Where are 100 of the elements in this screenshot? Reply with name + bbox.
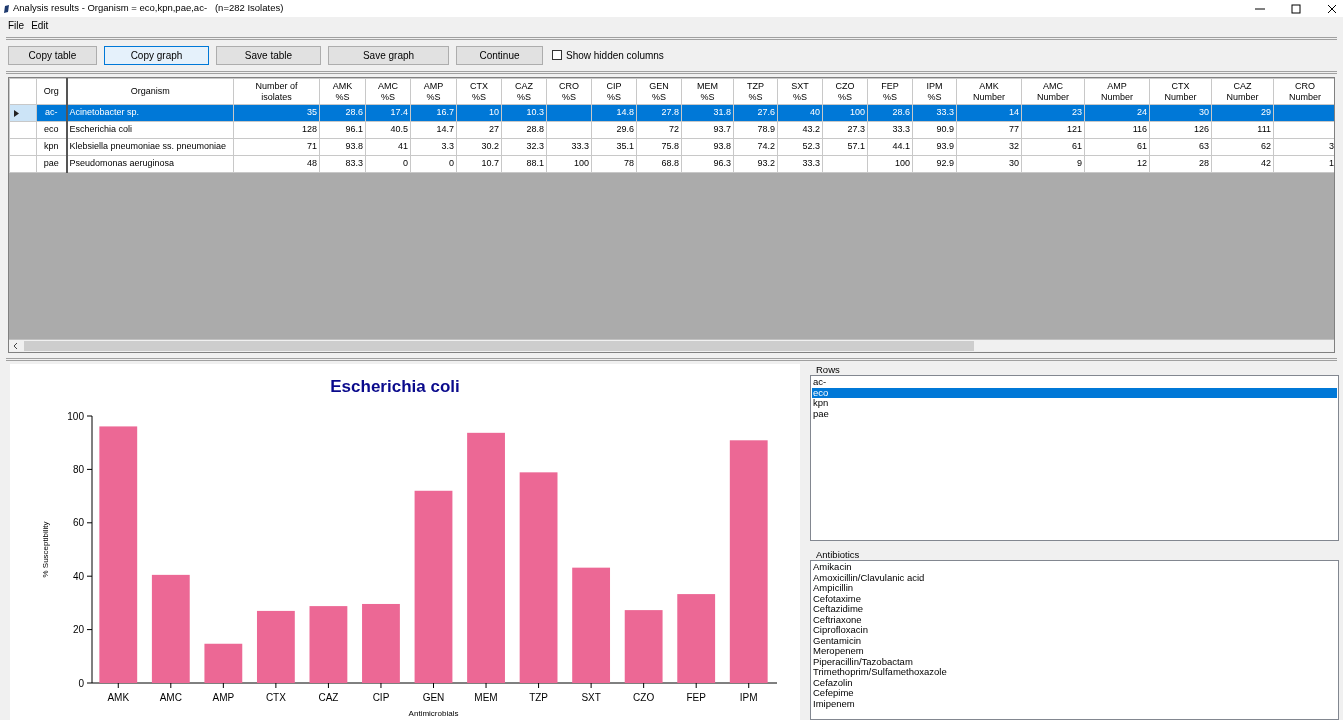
table-cell: 83.3	[319, 155, 366, 173]
table-cell: 35	[233, 104, 320, 122]
table-cell: 32	[956, 138, 1022, 156]
list-item[interactable]: Imipenem	[813, 698, 1336, 709]
x-tick-label: AMC	[159, 692, 182, 703]
table-cell: 61	[1084, 138, 1150, 156]
x-tick-label: AMK	[107, 692, 130, 703]
list-item[interactable]: Meropenem	[813, 646, 1336, 657]
horizontal-scrollbar[interactable]	[9, 339, 1334, 352]
table-cell: 96.1	[319, 121, 366, 139]
list-item[interactable]: Gentamicin	[813, 635, 1336, 646]
x-tick-label: MEM	[474, 692, 498, 703]
column-header[interactable]: Number of isolates	[233, 78, 320, 105]
menu-item[interactable]: File	[5, 18, 28, 33]
scrollbar-thumb[interactable]	[24, 341, 974, 351]
table-cell: Acinetobacter sp.	[66, 104, 234, 122]
table-cell: 35.1	[591, 138, 637, 156]
list-item[interactable]: ac-	[812, 377, 1337, 388]
table-cell: 68.8	[636, 155, 682, 173]
maximize-icon[interactable]	[1291, 3, 1301, 14]
column-header[interactable]: CTX Number	[1149, 78, 1212, 105]
table-cell: 121	[1021, 121, 1085, 139]
column-header[interactable]: GEN %S	[636, 78, 682, 105]
column-header[interactable]: SXT %S	[777, 78, 823, 105]
table-cell: 40.5	[365, 121, 411, 139]
column-header[interactable]: CIP %S	[591, 78, 637, 105]
list-item[interactable]: Ceftriaxone	[813, 614, 1336, 625]
table-cell: 16.7	[410, 104, 457, 122]
table-cell: 33.3	[546, 138, 592, 156]
table-cell: 27	[456, 121, 502, 139]
table-cell: 128	[233, 121, 320, 139]
table-cell: 77	[956, 121, 1022, 139]
table-cell: 30	[1149, 104, 1212, 122]
column-header[interactable]: CAZ %S	[501, 78, 547, 105]
table-cell: 100	[822, 104, 868, 122]
table-cell: 41	[365, 138, 411, 156]
rows-listbox[interactable]: ac- eco kpn pae	[810, 375, 1339, 541]
list-item[interactable]: Ampicillin	[813, 583, 1336, 594]
toolbar-button[interactable]: Save graph	[328, 45, 449, 65]
column-header[interactable]: MEM %S	[681, 78, 734, 105]
column-header[interactable]: IPM %S	[912, 78, 957, 105]
column-header[interactable]: CTX %S	[456, 78, 502, 105]
column-header[interactable]: CZO %S	[822, 78, 868, 105]
list-item[interactable]: Cefepime	[813, 688, 1336, 699]
y-tick-label: 0	[78, 677, 84, 689]
table-cell: 75.8	[636, 138, 682, 156]
list-item[interactable]: Piperacillin/Tazobactam	[813, 656, 1336, 667]
list-item[interactable]: kpn	[812, 398, 1337, 409]
list-item[interactable]: Cefotaxime	[813, 593, 1336, 604]
x-tick-label: IPM	[739, 692, 758, 703]
toolbar-button[interactable]: Save table	[216, 45, 321, 65]
column-header[interactable]: FEP %S	[867, 78, 913, 105]
x-tick-label: CAZ	[318, 692, 339, 703]
table-cell: 100	[546, 155, 592, 173]
table-cell: 74.2	[733, 138, 778, 156]
toolbar-button[interactable]: Continue	[456, 45, 543, 65]
toolbar-button[interactable]: Copy graph	[104, 45, 209, 65]
table-cell: 126	[1149, 121, 1212, 139]
list-item[interactable]: Amoxicillin/Clavulanic acid	[813, 572, 1336, 583]
y-tick-label: 60	[72, 517, 84, 529]
table-cell: 33.3	[867, 121, 913, 139]
scroll-left-icon[interactable]	[12, 342, 18, 350]
list-item[interactable]: Ceftazidime	[813, 604, 1336, 615]
table-cell	[546, 104, 592, 122]
column-header[interactable]: AMK %S	[319, 78, 366, 105]
column-header[interactable]: Org	[36, 78, 67, 105]
table-cell: 27.6	[733, 104, 778, 122]
column-header[interactable]: AMP Number	[1084, 78, 1150, 105]
table-cell: 93.9	[912, 138, 957, 156]
menu-item[interactable]: Edit	[28, 18, 52, 33]
column-header[interactable]: AMK Number	[956, 78, 1022, 105]
list-item[interactable]: Trimethoprim/Sulfamethoxazole	[813, 667, 1336, 678]
y-tick-label: 100	[67, 410, 84, 422]
column-header[interactable]: TZP %S	[733, 78, 778, 105]
column-header[interactable]: AMC %S	[365, 78, 411, 105]
column-header[interactable]: CRO Number	[1273, 78, 1334, 105]
table-cell: 44.1	[867, 138, 913, 156]
list-item[interactable]: Cefazolin	[813, 677, 1336, 688]
list-item[interactable]: eco	[812, 387, 1337, 398]
column-header[interactable]: CRO %S	[546, 78, 592, 105]
close-icon[interactable]	[1327, 3, 1337, 14]
column-header[interactable]: AMP %S	[410, 78, 457, 105]
antibiotics-listbox[interactable]: Amikacin Amoxicillin/Clavulanic acid Ampicillin Cefotaxime Ceftazidime Ceftriaxone Ciprofloxacin Gentamicin Meropenem Piperacillin/Tazobactam Trimethoprim/Sulfamethoxazole Cefazolin Cefepime Imipenem	[810, 560, 1339, 720]
column-header[interactable]: AMC Number	[1021, 78, 1085, 105]
list-item[interactable]: Ciprofloxacin	[813, 625, 1336, 636]
table-cell: 32.3	[501, 138, 547, 156]
column-header[interactable]: CAZ Number	[1211, 78, 1274, 105]
toolbar-button[interactable]: Copy table	[8, 45, 97, 65]
table-cell: 93.8	[319, 138, 366, 156]
list-item[interactable]: pae	[812, 408, 1337, 419]
column-header[interactable]: Organism	[66, 78, 234, 105]
table-cell: 52.3	[777, 138, 823, 156]
table-cell: 17.4	[365, 104, 411, 122]
list-item[interactable]: Amikacin	[813, 562, 1336, 573]
checkbox[interactable]	[552, 50, 562, 60]
table-cell: 40	[777, 104, 823, 122]
table-cell: 111	[1211, 121, 1274, 139]
x-tick-label: TZP	[529, 692, 548, 703]
table-cell: 10.3	[501, 104, 547, 122]
x-tick-label: CTX	[265, 692, 286, 703]
